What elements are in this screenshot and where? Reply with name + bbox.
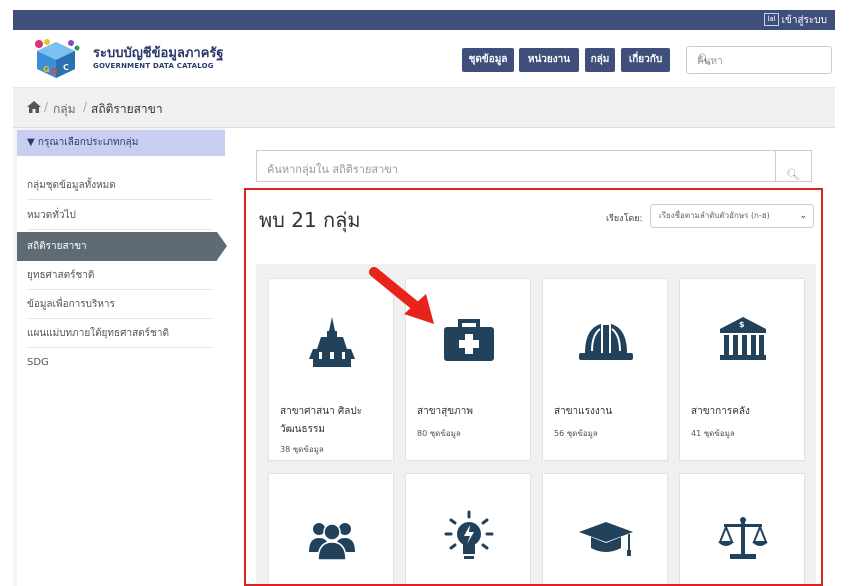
group-search-placeholder: ค้นหากลุ่มใน สถิติรายสาขา — [267, 163, 398, 176]
svg-text:G: G — [43, 65, 50, 74]
red-arrow-annotation — [369, 267, 434, 324]
filter-icon: ▼ — [27, 137, 35, 148]
breadcrumb-separator: / — [83, 100, 88, 114]
header-search-input[interactable]: ค้นหา 🔍︎ — [686, 46, 832, 74]
site-header: G D C ระบบบัญชีข้อมูลภาครัฐ GOVERNMENT D… — [13, 30, 835, 88]
sidebar-item-national-strategy[interactable]: ยุทธศาสตร์ชาติ — [27, 261, 213, 290]
brand-title-th[interactable]: ระบบบัญชีข้อมูลภาครัฐ — [93, 42, 224, 63]
breadcrumb-separator: / — [44, 100, 49, 114]
sidebar-item-sdg[interactable]: SDG — [27, 348, 213, 377]
svg-text:C: C — [63, 63, 69, 72]
search-button[interactable]: 🔍︎ — [775, 151, 811, 181]
svg-text:D: D — [51, 67, 58, 76]
breadcrumb-current: สถิติรายสาขา — [91, 102, 163, 116]
sidebar-header: ▼ กรุณาเลือกประเภทกลุ่ม — [17, 130, 225, 156]
sidebar-item-master-plan[interactable]: แผนแม่บทภายใต้ยุทธศาสตร์ชาติ — [27, 319, 213, 348]
nav-organizations[interactable]: หน่วยงาน — [519, 48, 579, 72]
gdc-logo[interactable]: G D C — [31, 38, 81, 80]
breadcrumb-groups[interactable]: กลุ่ม — [53, 100, 76, 119]
sidebar-header-label: กรุณาเลือกประเภทกลุ่ม — [37, 137, 139, 148]
highlight-box — [244, 188, 823, 586]
sidebar-item-management-data[interactable]: ข้อมูลเพื่อการบริหาร — [27, 290, 213, 319]
nav-groups[interactable]: กลุ่ม — [585, 48, 615, 72]
login-link[interactable]: เข้าสู่ระบบ — [782, 13, 827, 28]
top-bar: lal เข้าสู่ระบบ — [13, 10, 835, 30]
sidebar: ▼ กรุณาเลือกประเภทกลุ่ม กลุ่มชุดข้อมูลทั… — [17, 130, 227, 586]
search-icon: 🔍︎ — [786, 168, 800, 181]
chart-icon[interactable]: lal — [764, 13, 779, 26]
home-icon[interactable] — [27, 101, 41, 113]
nav-about[interactable]: เกี่ยวกับ — [621, 48, 670, 72]
search-icon[interactable]: 🔍︎ — [697, 53, 823, 66]
group-search-input[interactable]: ค้นหากลุ่มใน สถิติรายสาขา 🔍︎ — [256, 150, 812, 182]
brand-title-en: GOVERNMENT DATA CATALOG — [93, 62, 214, 70]
sidebar-item-general[interactable]: หมวดทั่วไป — [27, 201, 213, 230]
breadcrumb: / กลุ่ม / สถิติรายสาขา — [13, 88, 835, 128]
sidebar-item-all-groups[interactable]: กลุ่มชุดข้อมูลทั้งหมด — [27, 171, 213, 200]
top-cropped-strip — [0, 0, 850, 10]
sidebar-item-sector-statistics[interactable]: สถิติรายสาขา — [17, 232, 227, 261]
nav-datasets[interactable]: ชุดข้อมูล — [462, 48, 514, 72]
